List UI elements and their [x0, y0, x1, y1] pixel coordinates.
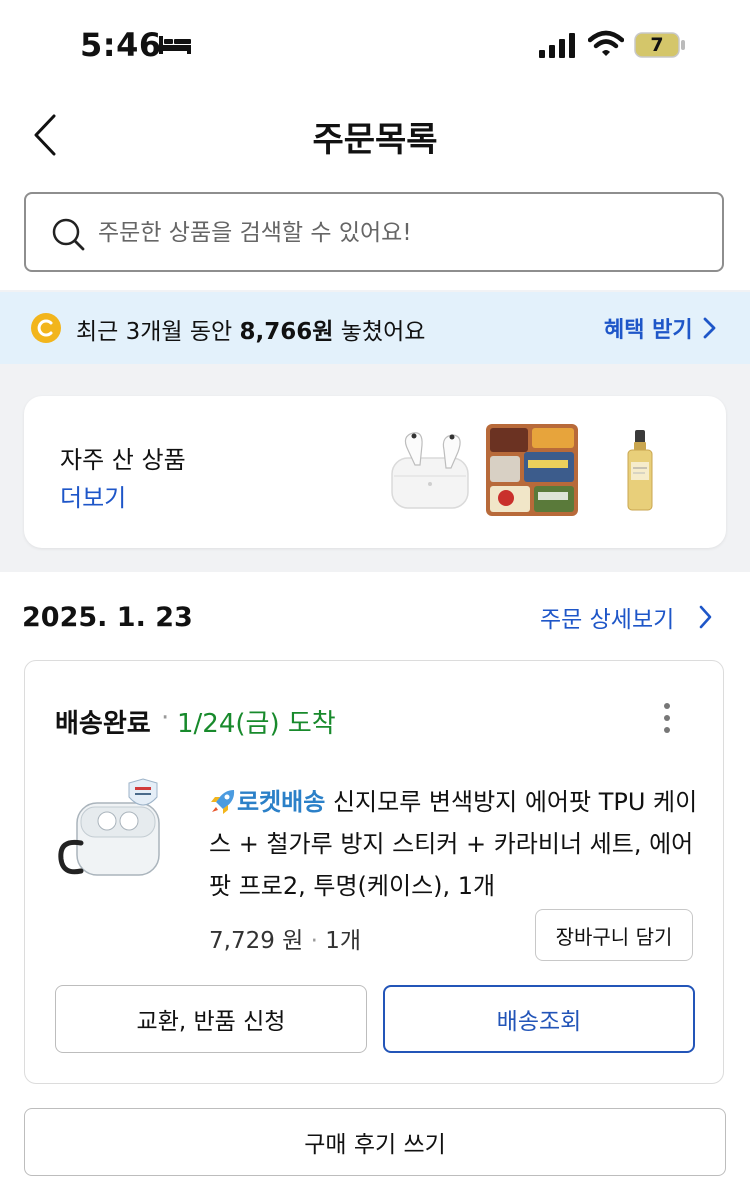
page-header: 주문목록	[0, 92, 750, 192]
search-icon	[52, 218, 85, 251]
frequent-title: 자주 산 상품	[60, 446, 186, 474]
add-to-cart-button[interactable]: 장바구니 담기	[535, 909, 693, 961]
battery-level: 7	[650, 34, 664, 56]
wifi-icon	[588, 30, 624, 56]
search-input[interactable]	[96, 208, 700, 258]
status-time: 5:46	[80, 26, 162, 64]
exchange-return-button[interactable]: 교환, 반품 신청	[55, 985, 367, 1053]
product-thumbnail[interactable]	[51, 773, 177, 893]
order-card: 배송완료 · 1/24(금) 도착 로켓배송 신지모루 변색방지 에어팟 TPU…	[24, 660, 724, 1084]
product-quantity: 1개	[325, 928, 362, 954]
product-title[interactable]: 로켓배송 신지모루 변색방지 에어팟 TPU 케이스 + 철가루 방지 스티커 …	[209, 781, 699, 907]
bed-icon	[159, 36, 191, 54]
chevron-right-icon	[703, 317, 716, 339]
status-separator: ·	[161, 703, 170, 733]
order-detail-link[interactable]: 주문 상세보기	[540, 600, 674, 634]
search-section	[0, 180, 750, 290]
rocket-icon	[211, 790, 235, 814]
chevron-right-icon	[699, 605, 712, 629]
snack-box-product-image[interactable]	[486, 424, 578, 516]
benefit-prefix: 최근 3개월 동안	[76, 319, 240, 345]
delivery-status: 배송완료	[55, 709, 151, 739]
order-group: 2025. 1. 23 주문 상세보기 배송완료 · 1/24(금) 도착 로켓…	[0, 572, 750, 1200]
search-box[interactable]	[24, 192, 724, 272]
serum-bottle-product-image[interactable]	[614, 424, 706, 516]
frequent-products-card: 자주 산 상품 더보기	[24, 396, 726, 548]
order-date: 2025. 1. 23	[22, 602, 193, 633]
airpods-product-image[interactable]	[386, 424, 478, 516]
get-benefit-link[interactable]: 혜택 받기	[604, 312, 693, 344]
write-review-button[interactable]: 구매 후기 쓰기	[24, 1108, 726, 1176]
rocket-delivery-label: 로켓배송	[237, 788, 326, 816]
frequent-more-link[interactable]: 더보기	[60, 478, 126, 513]
more-options-icon[interactable]	[661, 701, 673, 735]
cellular-signal-icon	[539, 33, 575, 58]
arrival-date: 1/24(금) 도착	[177, 709, 336, 739]
coin-icon	[31, 313, 61, 343]
page-title: 주문목록	[312, 120, 438, 160]
track-delivery-button[interactable]: 배송조회	[383, 985, 695, 1053]
status-bar: 5:46 7	[0, 0, 750, 92]
price-and-quantity: 7,729 원 · 1개	[209, 921, 361, 955]
benefit-suffix: 놓쳤어요	[333, 319, 426, 345]
benefit-amount: 8,766원	[239, 319, 334, 345]
price-separator: ·	[310, 928, 318, 954]
benefit-banner[interactable]: 최근 3개월 동안 8,766원 놓쳤어요 혜택 받기	[0, 292, 750, 364]
benefit-message: 최근 3개월 동안 8,766원 놓쳤어요	[76, 312, 425, 346]
product-price: 7,729 원	[209, 928, 304, 954]
